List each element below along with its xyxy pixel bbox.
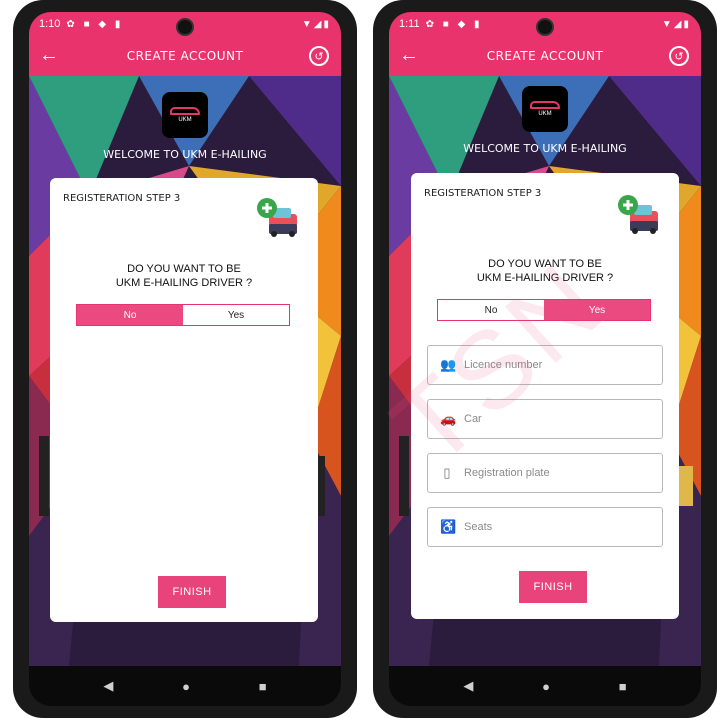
car-field[interactable]: 🚗 Car bbox=[427, 399, 663, 439]
phone-icon: ▯ bbox=[443, 465, 451, 480]
registration-plate-placeholder: Registration plate bbox=[464, 467, 550, 479]
seats-field[interactable]: ♿ Seats bbox=[427, 507, 663, 547]
app-bar: ← CREATE ACCOUNT ↺ bbox=[29, 36, 341, 76]
car-placeholder: Car bbox=[464, 413, 482, 425]
seat-icon: ♿ bbox=[440, 519, 457, 534]
logo-text: UKM bbox=[538, 111, 552, 117]
phone-left: 1:10 ✿ ■ ◆ ▮ ▼◢▮ ← CREATE ACCOUNT ↺ UKM … bbox=[13, 0, 357, 718]
status-time: 1:11 bbox=[399, 18, 420, 30]
driver-question: DO YOU WANT TO BE UKM E-HAILING DRIVER ? bbox=[411, 257, 679, 285]
licence-number-field[interactable]: 👥 Licence number bbox=[427, 345, 663, 385]
camera-cutout bbox=[176, 18, 194, 36]
status-icons: ✿ ■ ◆ ▮ bbox=[425, 18, 483, 30]
nav-home-icon[interactable]: ● bbox=[182, 679, 190, 694]
car-logo-icon bbox=[530, 101, 560, 109]
page-title: CREATE ACCOUNT bbox=[126, 49, 244, 63]
toggle-no-option[interactable]: No bbox=[77, 305, 183, 325]
status-icons: ✿ ■ ◆ ▮ bbox=[66, 18, 124, 30]
screen-left: 1:10 ✿ ■ ◆ ▮ ▼◢▮ ← CREATE ACCOUNT ↺ UKM … bbox=[29, 12, 341, 706]
signal-battery-icon: ▼◢▮ bbox=[301, 18, 331, 30]
nav-back-icon[interactable]: ◀ bbox=[103, 678, 113, 694]
nav-recents-icon[interactable]: ■ bbox=[259, 679, 267, 694]
step-label: REGISTERATION STEP 3 bbox=[424, 188, 542, 199]
toggle-no-option[interactable]: No bbox=[438, 300, 544, 320]
car-add-icon bbox=[257, 198, 297, 237]
phone-right: 1:11 ✿ ■ ◆ ▮ ▼◢▮ ← CREATE ACCOUNT ↺ UKM … bbox=[373, 0, 717, 718]
app-logo: UKM bbox=[162, 92, 208, 138]
licence-number-placeholder: Licence number bbox=[464, 359, 543, 371]
status-time: 1:10 bbox=[39, 18, 61, 30]
nav-home-icon[interactable]: ● bbox=[542, 679, 550, 694]
step-label: REGISTERATION STEP 3 bbox=[63, 193, 181, 204]
app-bar: ← CREATE ACCOUNT ↺ bbox=[389, 36, 701, 76]
system-nav-bar: ◀ ● ■ bbox=[29, 666, 341, 706]
nav-back-icon[interactable]: ◀ bbox=[463, 678, 473, 694]
screen-right: 1:11 ✿ ■ ◆ ▮ ▼◢▮ ← CREATE ACCOUNT ↺ UKM … bbox=[389, 12, 701, 706]
page-title: CREATE ACCOUNT bbox=[486, 49, 604, 63]
driver-question: DO YOU WANT TO BE UKM E-HAILING DRIVER ? bbox=[50, 262, 318, 290]
person-icon: 👥 bbox=[440, 357, 457, 372]
registration-card: REGISTERATION STEP 3 DO YOU WANT TO BE U… bbox=[411, 173, 679, 619]
nav-recents-icon[interactable]: ■ bbox=[619, 679, 627, 694]
toggle-yes-option[interactable]: Yes bbox=[544, 300, 650, 320]
logo-text: UKM bbox=[178, 117, 192, 123]
question-line-1: DO YOU WANT TO BE bbox=[127, 263, 241, 275]
finish-button[interactable]: FINISH bbox=[158, 576, 226, 608]
car-add-icon bbox=[618, 195, 658, 234]
restore-icon[interactable]: ↺ bbox=[669, 46, 689, 66]
restore-icon[interactable]: ↺ bbox=[309, 46, 329, 66]
welcome-text: WELCOME TO UKM E-HAILING bbox=[103, 148, 267, 161]
system-nav-bar: ◀ ● ■ bbox=[389, 666, 701, 706]
welcome-text: WELCOME TO UKM E-HAILING bbox=[463, 142, 627, 155]
registration-card: REGISTERATION STEP 3 DO YOU WANT TO BE U… bbox=[50, 178, 318, 622]
driver-toggle: No Yes bbox=[437, 299, 651, 321]
seats-placeholder: Seats bbox=[464, 521, 493, 533]
finish-button[interactable]: FINISH bbox=[519, 571, 587, 603]
toggle-yes-option[interactable]: Yes bbox=[183, 305, 289, 325]
car-icon: 🚗 bbox=[440, 411, 457, 426]
registration-plate-field[interactable]: ▯ Registration plate bbox=[427, 453, 663, 493]
app-logo: UKM bbox=[522, 86, 568, 132]
back-arrow-icon[interactable]: ← bbox=[399, 44, 419, 67]
question-line-2: UKM E-HAILING DRIVER ? bbox=[476, 272, 614, 284]
signal-battery-icon: ▼◢▮ bbox=[661, 18, 691, 30]
back-arrow-icon[interactable]: ← bbox=[39, 44, 59, 67]
camera-cutout bbox=[536, 18, 554, 36]
driver-toggle: No Yes bbox=[76, 304, 290, 326]
car-logo-icon bbox=[170, 107, 200, 115]
question-line-2: UKM E-HAILING DRIVER ? bbox=[115, 277, 253, 289]
question-line-1: DO YOU WANT TO BE bbox=[488, 258, 602, 270]
